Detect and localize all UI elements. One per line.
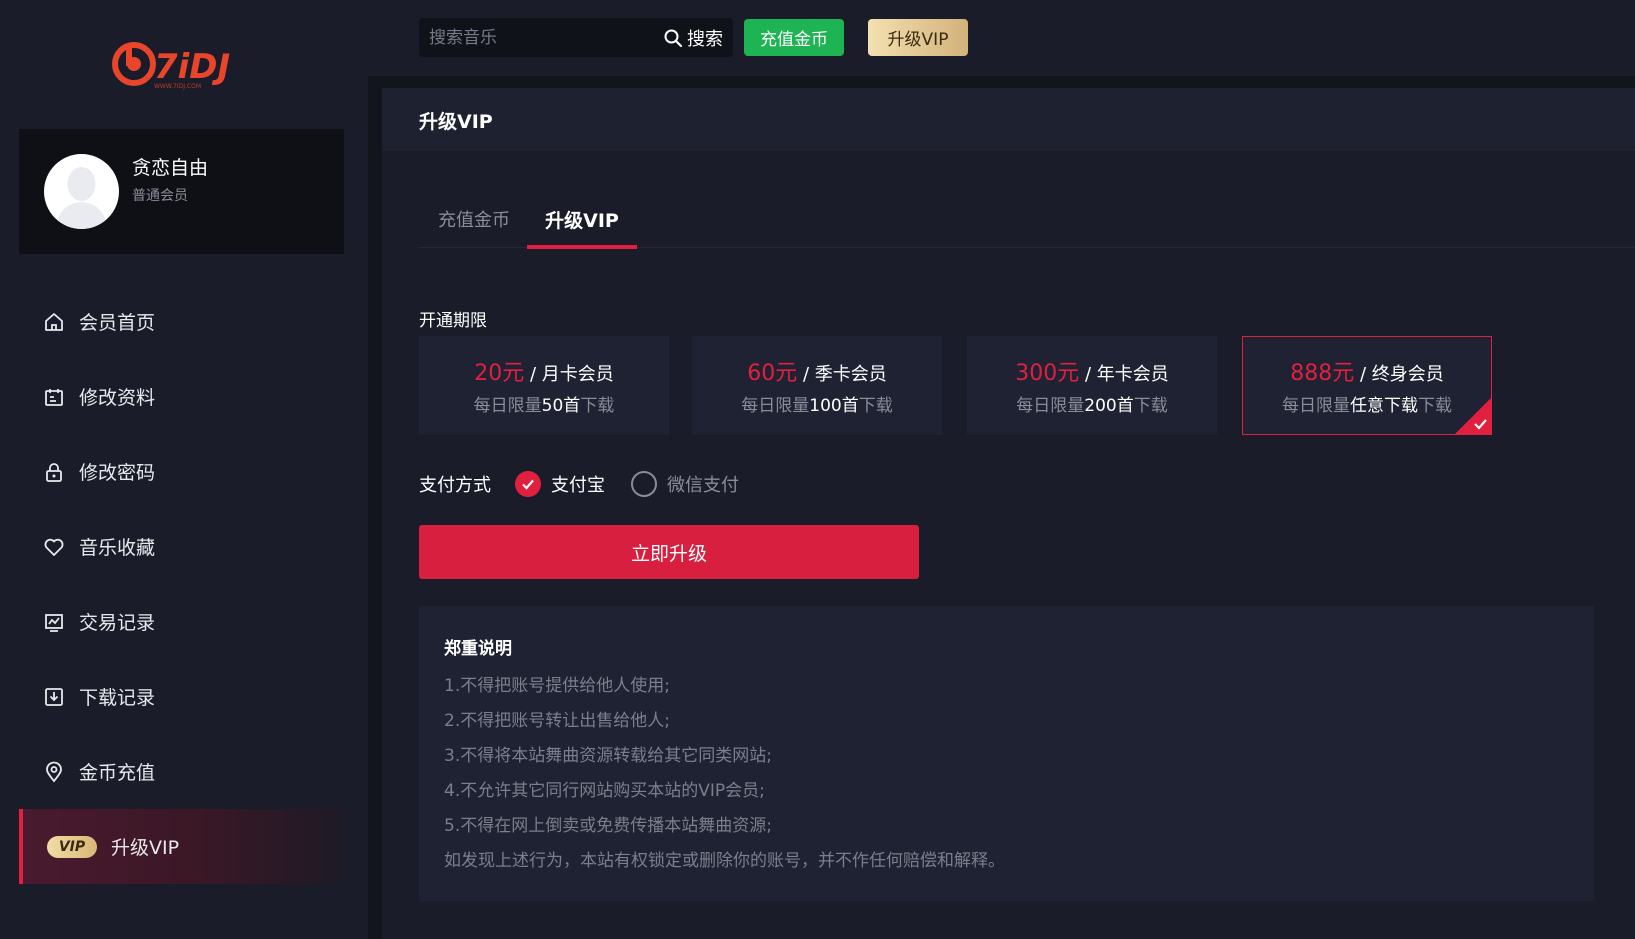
- plan-title: 60元 / 季卡会员: [747, 355, 887, 387]
- search-button-label: 搜索: [687, 28, 723, 50]
- recharge-gold-button[interactable]: 充值金币: [744, 19, 844, 56]
- plan-limit-value: 50首: [541, 396, 581, 416]
- sidebar-item-music-favorites[interactable]: 音乐收藏: [19, 509, 344, 584]
- radio-checked-icon[interactable]: [515, 471, 541, 497]
- sidebar-item-label: 下载记录: [79, 687, 156, 709]
- content-header: 升级VIP: [382, 88, 1635, 151]
- logo-subtext: WWW.7IDJ.COM: [154, 83, 201, 90]
- sidebar-item-edit-profile[interactable]: 修改资料: [19, 359, 344, 434]
- user-name: 贪恋自由: [132, 157, 209, 179]
- tab-upgrade-vip[interactable]: 升级VIP: [527, 203, 637, 249]
- period-label: 开通期限: [419, 311, 487, 331]
- plan-title: 20元 / 月卡会员: [474, 355, 614, 387]
- notice-line: 2.不得把账号转让出售给他人;: [444, 711, 670, 731]
- search-box: 搜索: [419, 18, 733, 57]
- chart-icon: [43, 611, 65, 633]
- sidebar-item-gold-recharge[interactable]: 金币充值: [19, 734, 344, 809]
- notice-line: 如发现上述行为，本站有权锁定或删除你的账号，并不作任何赔偿和解释。: [444, 851, 1005, 871]
- plan-limit-prefix: 每日限量: [1282, 396, 1350, 416]
- logo-text: 7iDJ: [154, 47, 230, 87]
- plan-name: / 季卡会员: [802, 364, 887, 385]
- heart-icon: [43, 536, 65, 558]
- selected-check-icon: [1455, 398, 1491, 434]
- sidebar-item-label: 音乐收藏: [79, 537, 156, 559]
- plan-limit-suffix: 下载: [1418, 396, 1452, 416]
- notice-title: 郑重说明: [444, 639, 512, 659]
- payment-method-row: 支付方式 支付宝 微信支付: [419, 470, 765, 498]
- edit-profile-icon: [43, 386, 65, 408]
- plan-name: / 年卡会员: [1084, 364, 1169, 385]
- plan-card-monthly[interactable]: 20元 / 月卡会员 每日限量50首下载: [419, 336, 669, 435]
- plan-card-quarterly[interactable]: 60元 / 季卡会员 每日限量100首下载: [692, 336, 942, 435]
- sidebar-item-upgrade-vip[interactable]: VIP 升级VIP: [19, 809, 344, 884]
- sidebar-menu: 会员首页 修改资料 修改密码 音乐收藏 交易记录 下载记录 金币充值 VIP 升…: [19, 284, 344, 884]
- payment-option-label: 支付宝: [551, 475, 605, 496]
- sidebar: 7iDJ WWW.7IDJ.COM 贪恋自由 普通会员 会员首页 修改资料 修改…: [0, 0, 368, 939]
- notice-line: 3.不得将本站舞曲资源转载给其它同类网站;: [444, 746, 772, 766]
- plan-limit-value: 100首: [809, 396, 859, 416]
- sidebar-item-label: 金币充值: [79, 762, 156, 784]
- plan-limit-value: 任意下载: [1350, 396, 1418, 416]
- sidebar-item-label: 交易记录: [79, 612, 156, 634]
- plan-card-lifetime[interactable]: 888元 / 终身会员 每日限量任意下载下载: [1242, 336, 1492, 435]
- search-icon: [664, 29, 683, 47]
- plan-limit-suffix: 下载: [580, 396, 615, 416]
- plan-limit-value: 200首: [1084, 396, 1134, 416]
- plan-limit-prefix: 每日限量: [741, 396, 810, 416]
- payment-option-wechat[interactable]: 微信支付: [631, 471, 739, 497]
- notice-line: 4.不允许其它同行网站购买本站的VIP会员;: [444, 781, 765, 801]
- upgrade-vip-button[interactable]: 升级VIP: [868, 19, 968, 56]
- sidebar-item-transactions[interactable]: 交易记录: [19, 584, 344, 659]
- plan-price: 60元: [747, 361, 798, 386]
- sidebar-item-label: 升级VIP: [111, 837, 180, 859]
- page-title: 升级VIP: [419, 111, 493, 133]
- site-logo[interactable]: 7iDJ WWW.7IDJ.COM: [112, 38, 252, 94]
- plan-title: 300元 / 年卡会员: [1015, 355, 1169, 387]
- location-icon: [43, 761, 65, 783]
- notice-box: 郑重说明 1.不得把账号提供给他人使用; 2.不得把账号转让出售给他人; 3.不…: [419, 606, 1594, 901]
- main-content: 升级VIP 充值金币 升级VIP 开通期限 20元 / 月卡会员 每日限量50首…: [382, 88, 1635, 939]
- sidebar-item-downloads[interactable]: 下载记录: [19, 659, 344, 734]
- user-level: 普通会员: [132, 188, 188, 204]
- upgrade-now-button[interactable]: 立即升级: [419, 525, 919, 579]
- plan-limit: 每日限量200首下载: [1016, 391, 1167, 416]
- plan-limit: 每日限量50首下载: [474, 391, 615, 416]
- plan-price: 20元: [474, 361, 525, 386]
- top-bar: 搜索 充值金币 升级VIP: [368, 0, 1635, 76]
- radio-unchecked-icon[interactable]: [631, 471, 657, 497]
- plan-limit: 每日限量任意下载下载: [1282, 391, 1452, 416]
- sidebar-item-label: 修改密码: [79, 462, 156, 484]
- payment-option-label: 微信支付: [667, 475, 739, 496]
- notice-line: 5.不得在网上倒卖或免费传播本站舞曲资源;: [444, 816, 772, 836]
- tab-bar: 充值金币 升级VIP: [419, 203, 1635, 249]
- plan-limit-prefix: 每日限量: [1016, 396, 1085, 416]
- sidebar-item-label: 会员首页: [79, 312, 156, 334]
- sidebar-item-label: 修改资料: [79, 387, 156, 409]
- plan-card-yearly[interactable]: 300元 / 年卡会员 每日限量200首下载: [967, 336, 1217, 435]
- plan-limit-suffix: 下载: [858, 396, 893, 416]
- notice-line: 1.不得把账号提供给他人使用;: [444, 676, 670, 696]
- tab-recharge-gold[interactable]: 充值金币: [438, 203, 510, 248]
- search-input[interactable]: [429, 18, 649, 57]
- plan-limit-suffix: 下载: [1133, 396, 1168, 416]
- user-silhouette-icon: [56, 167, 107, 229]
- plan-title: 888元 / 终身会员: [1290, 355, 1444, 387]
- plan-limit-prefix: 每日限量: [473, 396, 542, 416]
- plan-price: 888元: [1290, 361, 1355, 386]
- payment-method-label: 支付方式: [419, 475, 491, 496]
- search-button[interactable]: 搜索: [663, 18, 723, 57]
- home-icon: [43, 311, 65, 333]
- plan-name: / 月卡会员: [529, 364, 614, 385]
- download-icon: [43, 686, 65, 708]
- plan-limit: 每日限量100首下载: [741, 391, 892, 416]
- sidebar-item-member-home[interactable]: 会员首页: [19, 284, 344, 359]
- avatar[interactable]: [44, 154, 119, 229]
- plan-price: 300元: [1015, 361, 1080, 386]
- user-card: 贪恋自由 普通会员: [19, 129, 344, 254]
- lock-icon: [43, 461, 65, 483]
- plan-name: / 终身会员: [1359, 364, 1444, 385]
- vip-icon: VIP: [47, 835, 97, 858]
- sidebar-item-change-password[interactable]: 修改密码: [19, 434, 344, 509]
- payment-option-alipay[interactable]: 支付宝: [515, 471, 605, 497]
